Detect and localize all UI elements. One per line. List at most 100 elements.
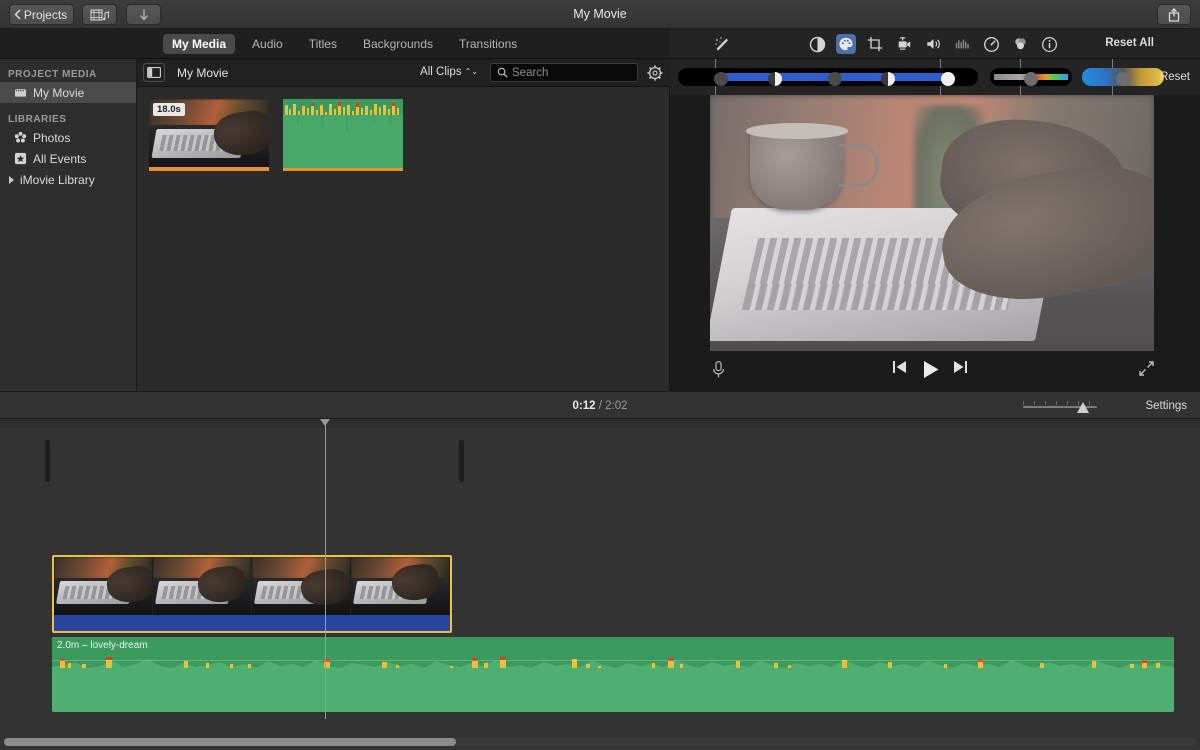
sidebar-item-my-movie[interactable]: My Movie <box>0 82 136 103</box>
filmstrip-frame <box>54 557 153 615</box>
imovie-window: My Movie Projects My Media Audio Titles … <box>0 0 1200 750</box>
midtone-right-handle[interactable] <box>881 72 895 86</box>
saturation-handle[interactable] <box>1024 72 1038 86</box>
color-correction-icon[interactable] <box>836 34 856 54</box>
timeline-toolbar: 0:12 / 2:02 Settings <box>0 391 1200 419</box>
scrollbar-thumb[interactable] <box>4 738 456 746</box>
filmstrip-frame <box>252 557 351 615</box>
magic-wand-auto-enhance-icon[interactable] <box>712 34 732 54</box>
sidebar-item-all-events[interactable]: All Events <box>0 148 136 169</box>
sidebar-toggle-icon[interactable] <box>143 63 165 82</box>
sidebar-section-project-media: PROJECT MEDIA <box>8 69 97 80</box>
speed-gauge-icon[interactable] <box>981 34 1001 54</box>
timeline-zoom-slider[interactable] <box>1023 401 1097 413</box>
saturation-slider[interactable] <box>990 68 1072 86</box>
tab-backgrounds[interactable]: Backgrounds <box>354 34 442 54</box>
media-browser: My Movie All Clips ⌃⌄ Search 18.0s <box>137 59 670 391</box>
timeline[interactable]: 2.0m – lovely-dream <box>0 419 1200 750</box>
highlights-handle[interactable] <box>941 72 955 86</box>
media-browser-button[interactable] <box>82 4 117 25</box>
noise-reduction-equalizer-icon[interactable] <box>952 34 972 54</box>
zoom-handle[interactable] <box>1077 402 1089 413</box>
timeline-audio-clip[interactable]: 2.0m – lovely-dream <box>52 637 1174 712</box>
total-time: 2:02 <box>605 400 628 412</box>
timecode-display: 0:12 / 2:02 <box>0 392 1200 420</box>
white-balance-slider[interactable] <box>1082 68 1164 86</box>
browser-title: My Movie <box>177 66 229 80</box>
playhead-marker-icon <box>320 419 330 426</box>
playhead[interactable] <box>320 419 330 719</box>
audio-midline <box>52 659 1174 661</box>
skip-next-icon[interactable] <box>953 360 968 374</box>
current-time: 0:12 <box>572 400 596 412</box>
microphone-voiceover-icon[interactable] <box>711 360 726 379</box>
search-input[interactable] <box>512 66 622 79</box>
photos-flower-icon <box>14 131 27 143</box>
inspector-toolbar: Reset All <box>670 29 1200 59</box>
volume-speaker-icon[interactable] <box>923 34 943 54</box>
clip-filter-dropdown[interactable]: All Clips ⌃⌄ <box>420 66 478 78</box>
sidebar-item-imovie-library[interactable]: iMovie Library <box>0 169 136 190</box>
viewer-controls <box>670 351 1200 391</box>
fullscreen-expand-icon[interactable] <box>1138 360 1155 377</box>
exposure-contrast-slider[interactable] <box>678 68 978 86</box>
clip-filmstrip <box>54 557 450 615</box>
title-bar: My Movie Projects <box>0 0 1200 29</box>
star-event-icon <box>14 152 27 165</box>
time-separator: / <box>598 400 602 412</box>
clip-trim-handle-left[interactable] <box>45 440 50 482</box>
search-icon <box>497 67 508 78</box>
clip-filter-icon[interactable] <box>1010 34 1030 54</box>
browser-tab-bar: My Media Audio Titles Backgrounds Transi… <box>0 29 670 59</box>
white-balance-handle[interactable] <box>1116 72 1130 86</box>
color-correction-sliders: Reset <box>670 59 1200 95</box>
tab-my-media[interactable]: My Media <box>163 33 236 54</box>
sidebar-item-photos-label: Photos <box>33 130 71 145</box>
back-to-projects-button[interactable]: Projects <box>9 4 74 25</box>
timeline-video-clip[interactable] <box>52 555 452 633</box>
search-field[interactable] <box>490 63 638 82</box>
share-button[interactable] <box>1157 4 1191 25</box>
midtone-handle[interactable] <box>828 72 842 86</box>
timeline-ruler[interactable] <box>0 419 1200 428</box>
clip-trim-handle-right[interactable] <box>459 440 464 482</box>
sidebar-item-all-events-label: All Events <box>33 151 87 166</box>
viewer-pane <box>670 95 1200 391</box>
sidebar-item-my-movie-label: My Movie <box>33 85 85 100</box>
timeline-settings-button[interactable]: Settings <box>1145 400 1187 412</box>
sidebar-item-imovie-library-label: iMovie Library <box>20 172 95 187</box>
info-icon[interactable] <box>1039 34 1059 54</box>
tab-transitions[interactable]: Transitions <box>450 34 526 54</box>
shadows-handle[interactable] <box>714 72 728 86</box>
tab-audio[interactable]: Audio <box>243 34 292 54</box>
midtone-left-handle[interactable] <box>768 72 782 86</box>
browser-clip-video[interactable]: 18.0s <box>149 99 269 171</box>
crop-icon[interactable] <box>865 34 885 54</box>
skip-previous-icon[interactable] <box>892 360 907 374</box>
filmstrip-music-icon <box>90 9 109 20</box>
reset-all-button[interactable]: Reset All <box>1105 37 1154 49</box>
gear-icon[interactable] <box>646 64 664 82</box>
import-media-button[interactable] <box>126 4 161 25</box>
browser-toolbar: My Movie All Clips ⌃⌄ <box>137 59 670 87</box>
sidebar-item-photos[interactable]: Photos <box>0 127 136 148</box>
disclosure-triangle-icon <box>9 175 14 184</box>
timeline-horizontal-scrollbar[interactable] <box>4 738 1196 746</box>
video-preview[interactable] <box>710 95 1154 351</box>
play-icon[interactable] <box>922 360 940 379</box>
stabilization-camera-icon[interactable] <box>894 34 914 54</box>
download-arrow-icon <box>139 9 148 20</box>
browser-clip-audio[interactable] <box>283 99 403 171</box>
chevron-updown-icon: ⌃⌄ <box>464 67 478 76</box>
share-export-icon <box>1168 7 1180 22</box>
back-to-projects-label: Projects <box>23 7 68 22</box>
tab-titles[interactable]: Titles <box>300 34 346 54</box>
clip-audio-bar <box>54 615 450 631</box>
clip-thumbnail-grid: 18.0s <box>137 87 669 183</box>
reset-color-button[interactable]: Reset <box>1160 71 1190 83</box>
audio-clip-label: 2.0m – lovely-dream <box>57 640 148 651</box>
filmstrip-frame <box>351 557 450 615</box>
filmstrip-frame <box>153 557 252 615</box>
color-balance-icon[interactable] <box>807 34 827 54</box>
